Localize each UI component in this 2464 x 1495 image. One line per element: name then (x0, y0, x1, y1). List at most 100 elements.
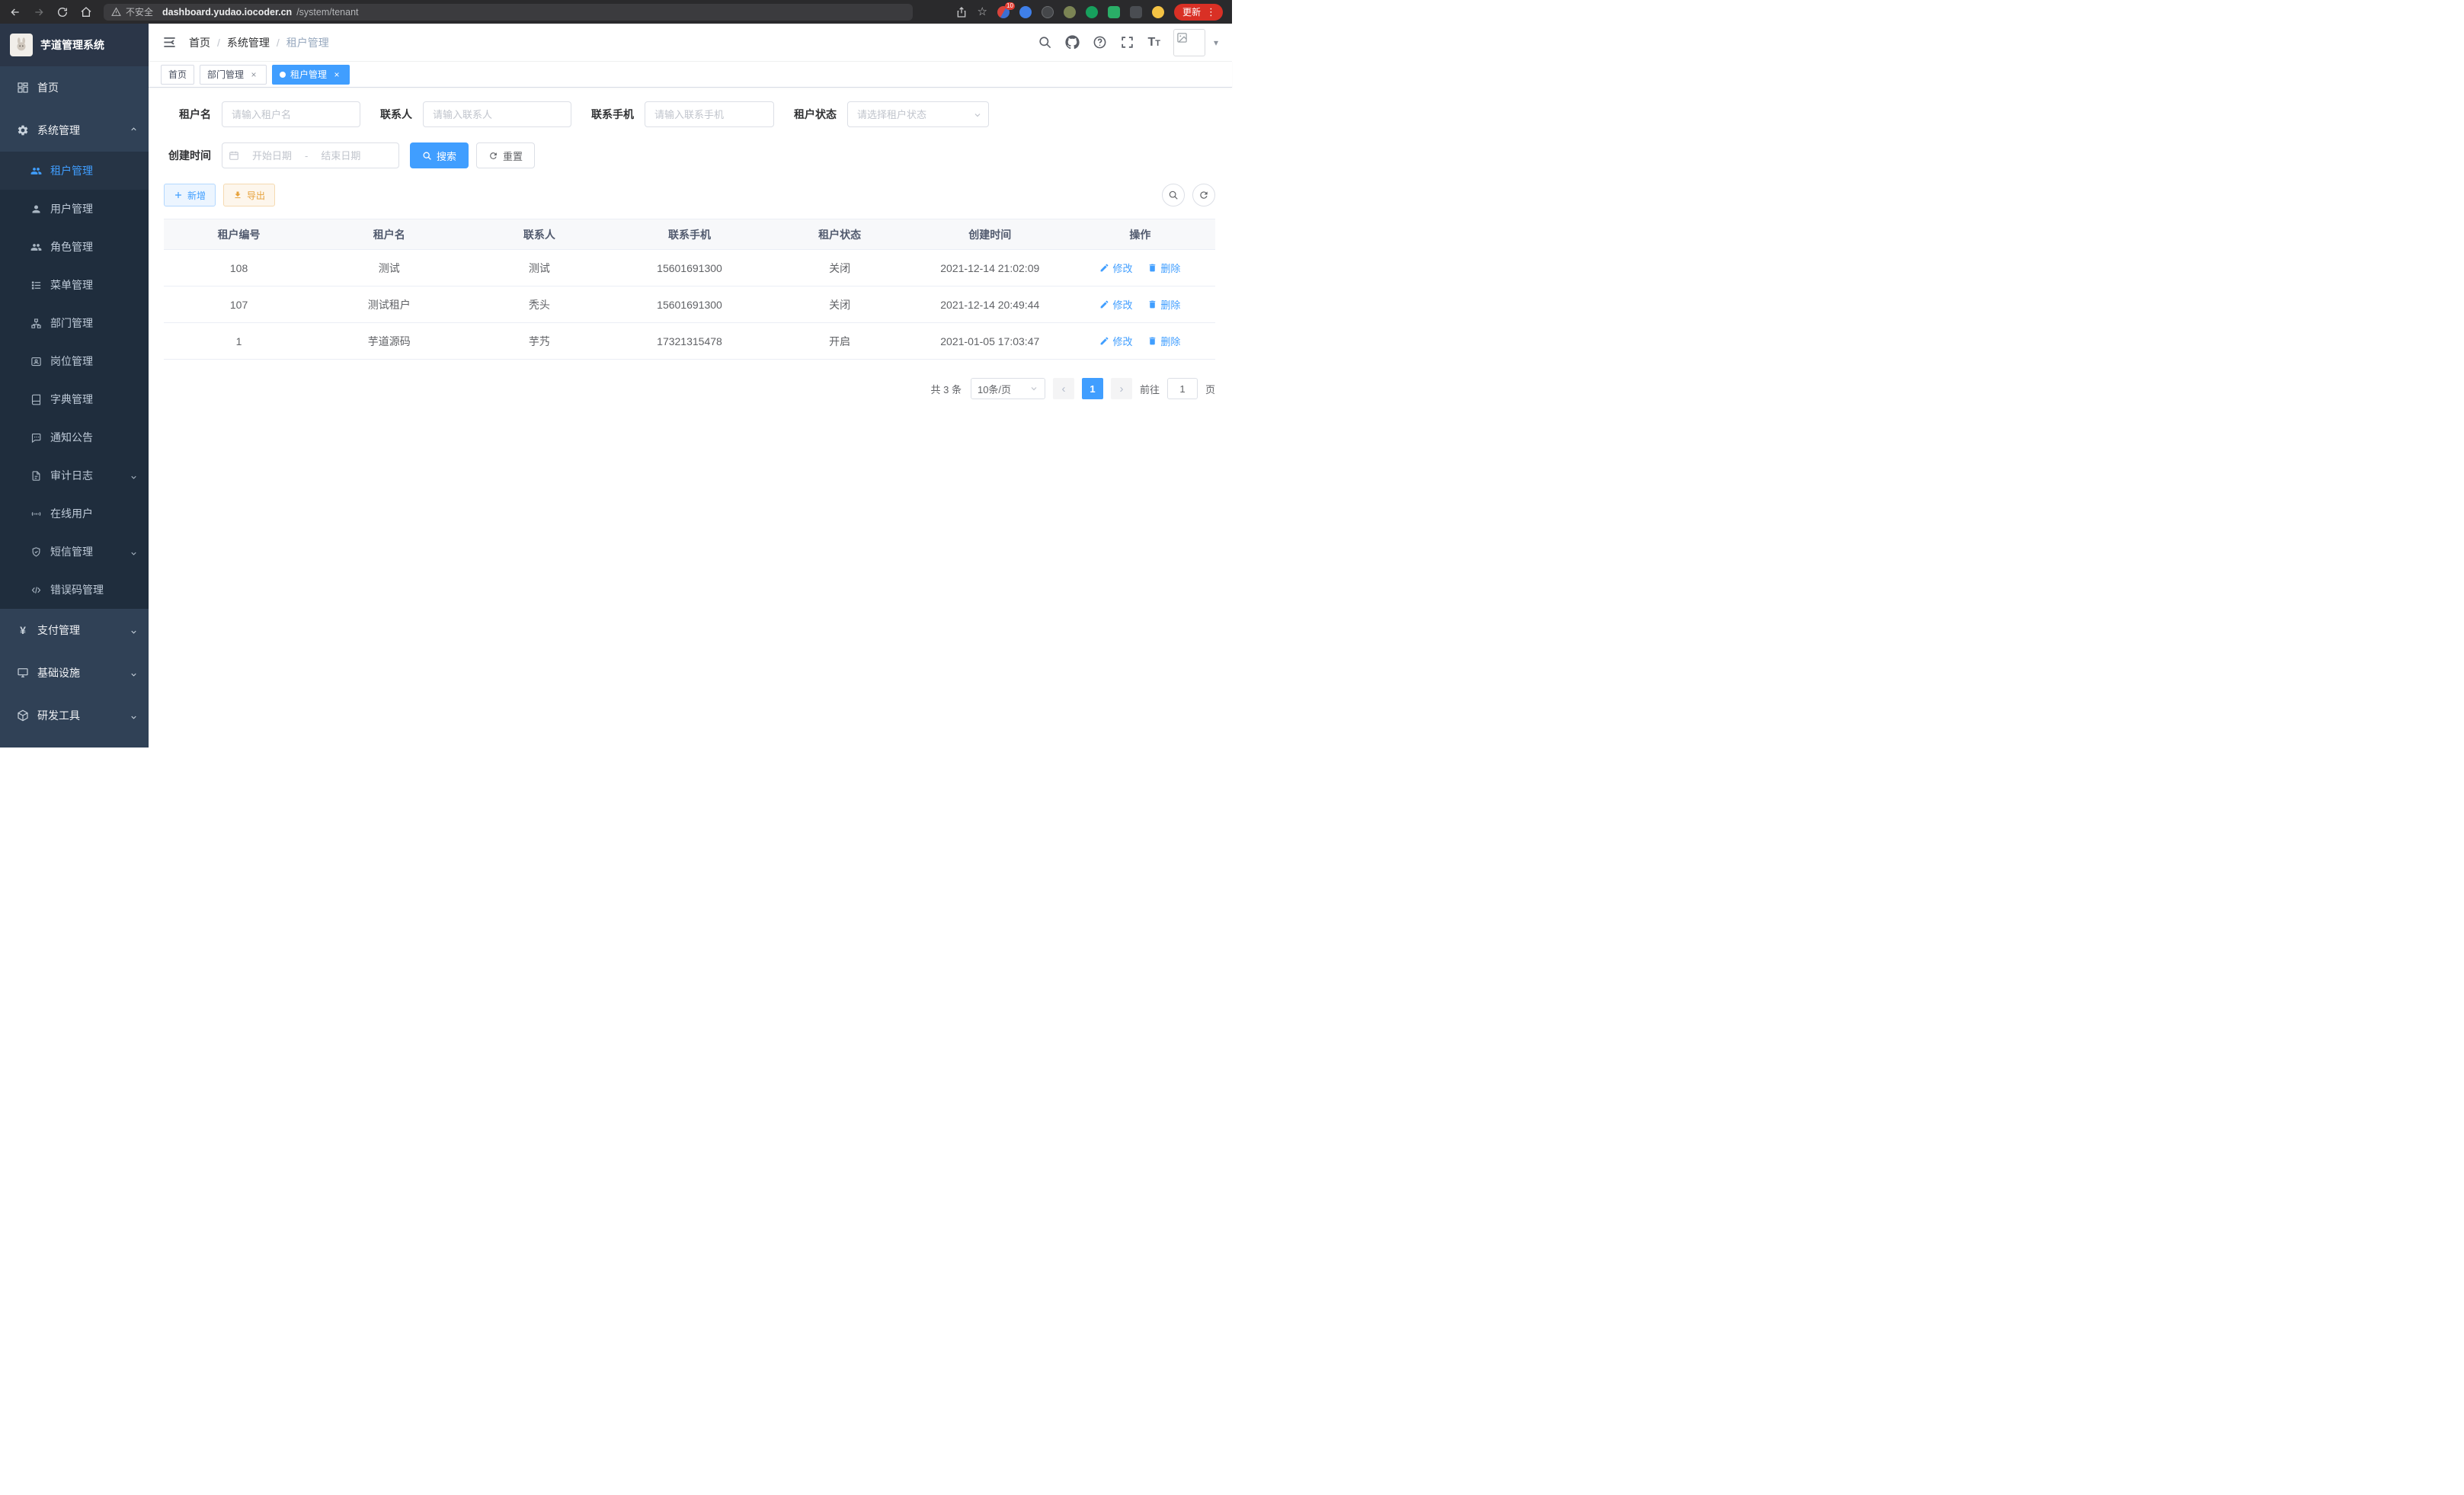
tag-home[interactable]: 首页 (161, 65, 194, 85)
help-icon[interactable] (1093, 35, 1107, 50)
tag-tenant[interactable]: 租户管理 × (272, 65, 350, 85)
toolbar: 新增 导出 (164, 184, 1215, 206)
column-header: 操作 (1065, 219, 1215, 250)
close-icon[interactable]: × (248, 69, 259, 80)
app-logo[interactable]: 芋道管理系统 (0, 24, 149, 66)
sidebar-item-devtools[interactable]: 研发工具 (0, 694, 149, 737)
page-unit-label: 页 (1205, 382, 1215, 396)
sidebar-item-home[interactable]: 首页 (0, 66, 149, 109)
tag-label: 部门管理 (207, 68, 244, 81)
table-header-row: 租户编号 租户名 联系人 联系手机 租户状态 创建时间 操作 (164, 219, 1215, 250)
sidebar-item-audit[interactable]: 审计日志 (0, 456, 149, 495)
home-icon[interactable] (80, 6, 92, 18)
sidebar-item-infrastructure[interactable]: 基础设施 (0, 651, 149, 694)
extension-icon-6[interactable] (1108, 6, 1120, 18)
column-header: 租户编号 (164, 219, 314, 250)
tenant-name-input[interactable] (222, 101, 360, 127)
fullscreen-icon[interactable] (1120, 35, 1134, 50)
people-icon (30, 242, 42, 253)
next-page-button[interactable]: › (1111, 378, 1132, 399)
security-label[interactable]: 不安全 (126, 5, 153, 18)
avatar[interactable] (1173, 29, 1205, 56)
sidebar-item-sms[interactable]: 短信管理 (0, 533, 149, 571)
extension-icon-7[interactable] (1130, 6, 1142, 18)
sidebar-item-post[interactable]: 岗位管理 (0, 342, 149, 380)
column-header: 联系手机 (614, 219, 764, 250)
add-button[interactable]: 新增 (164, 184, 216, 206)
goto-page-input[interactable] (1167, 378, 1198, 399)
github-icon[interactable] (1065, 35, 1080, 50)
extension-icon-8[interactable] (1152, 6, 1164, 18)
address-bar[interactable]: 不安全 dashboard.yudao.iocoder.cn/system/te… (104, 4, 913, 21)
table-tools (1162, 184, 1215, 206)
broken-image-icon (1176, 32, 1188, 43)
edit-link[interactable]: 修改 (1099, 334, 1132, 348)
cell-actions: 修改 删除 (1065, 250, 1215, 287)
sidebar-item-label: 在线用户 (50, 506, 93, 521)
avatar-caret-icon[interactable]: ▾ (1214, 37, 1218, 48)
search-button[interactable]: 搜索 (410, 142, 469, 168)
status-select[interactable] (847, 101, 989, 127)
sidebar-item-menu[interactable]: 菜单管理 (0, 266, 149, 304)
page-1-button[interactable]: 1 (1082, 378, 1103, 399)
extension-icon-5[interactable] (1086, 6, 1098, 18)
page-size-select[interactable]: 10条/页 (971, 378, 1045, 399)
edit-link[interactable]: 修改 (1099, 261, 1132, 275)
date-range-picker[interactable]: - (222, 142, 399, 168)
sidebar-item-label: 部门管理 (50, 315, 93, 331)
font-size-icon[interactable]: TT (1147, 37, 1160, 48)
tag-label: 租户管理 (290, 68, 327, 81)
export-button[interactable]: 导出 (223, 184, 275, 206)
mobile-input[interactable] (645, 101, 774, 127)
download-icon (233, 190, 242, 200)
forward-icon[interactable] (33, 6, 45, 18)
delete-link[interactable]: 删除 (1147, 297, 1180, 312)
browser-menu-icon[interactable]: ⋮ (1206, 7, 1216, 17)
extension-badge: 10 (1005, 2, 1015, 10)
chevron-down-icon (130, 669, 138, 677)
sidebar-item-dept[interactable]: 部门管理 (0, 304, 149, 342)
close-icon[interactable]: × (331, 69, 342, 80)
edit-link[interactable]: 修改 (1099, 297, 1132, 312)
prev-page-button[interactable]: ‹ (1053, 378, 1074, 399)
sidebar-item-errcode[interactable]: 错误码管理 (0, 571, 149, 609)
end-date-input[interactable] (311, 150, 370, 162)
sidebar-item-payment[interactable]: ¥ 支付管理 (0, 609, 149, 651)
share-icon[interactable] (955, 6, 968, 18)
url-domain: dashboard.yudao.iocoder.cn (162, 7, 292, 18)
sidebar-item-system[interactable]: 系统管理 (0, 109, 149, 152)
sidebar-item-notice[interactable]: 通知公告 (0, 418, 149, 456)
sidebar-item-tenant[interactable]: 租户管理 (0, 152, 149, 190)
column-header: 租户名 (314, 219, 464, 250)
extension-icon-1[interactable]: 10 (997, 6, 1010, 18)
contact-input[interactable] (423, 101, 571, 127)
update-label: 更新 (1182, 5, 1201, 18)
people-icon (30, 165, 42, 177)
delete-link[interactable]: 删除 (1147, 261, 1180, 275)
extension-icon-4[interactable] (1064, 6, 1076, 18)
reload-icon[interactable] (56, 6, 69, 18)
delete-link[interactable]: 删除 (1147, 334, 1180, 348)
show-search-button[interactable] (1162, 184, 1185, 206)
cell-mobile: 17321315478 (614, 323, 764, 360)
breadcrumb-system[interactable]: 系统管理 (227, 35, 270, 50)
cell-status: 关闭 (765, 250, 915, 287)
mobile-label: 联系手机 (591, 107, 634, 122)
sidebar-item-user[interactable]: 用户管理 (0, 190, 149, 228)
tag-dept[interactable]: 部门管理 × (200, 65, 267, 85)
extension-icon-2[interactable] (1019, 6, 1032, 18)
sidebar-toggle-icon[interactable] (162, 35, 177, 50)
browser-update-button[interactable]: 更新 ⋮ (1174, 4, 1223, 21)
sidebar-item-role[interactable]: 角色管理 (0, 228, 149, 266)
breadcrumb-home[interactable]: 首页 (189, 35, 210, 50)
extension-icon-3[interactable] (1042, 6, 1054, 18)
sidebar-item-online[interactable]: 在线用户 (0, 495, 149, 533)
refresh-table-button[interactable] (1192, 184, 1215, 206)
filter-row-1: 租户名 联系人 联系手机 租户状态 (164, 101, 1215, 127)
sidebar-item-dict[interactable]: 字典管理 (0, 380, 149, 418)
search-icon[interactable] (1038, 35, 1052, 50)
back-icon[interactable] (9, 6, 21, 18)
bookmark-star-icon[interactable]: ☆ (978, 6, 987, 18)
reset-button[interactable]: 重置 (476, 142, 535, 168)
start-date-input[interactable] (242, 150, 302, 162)
